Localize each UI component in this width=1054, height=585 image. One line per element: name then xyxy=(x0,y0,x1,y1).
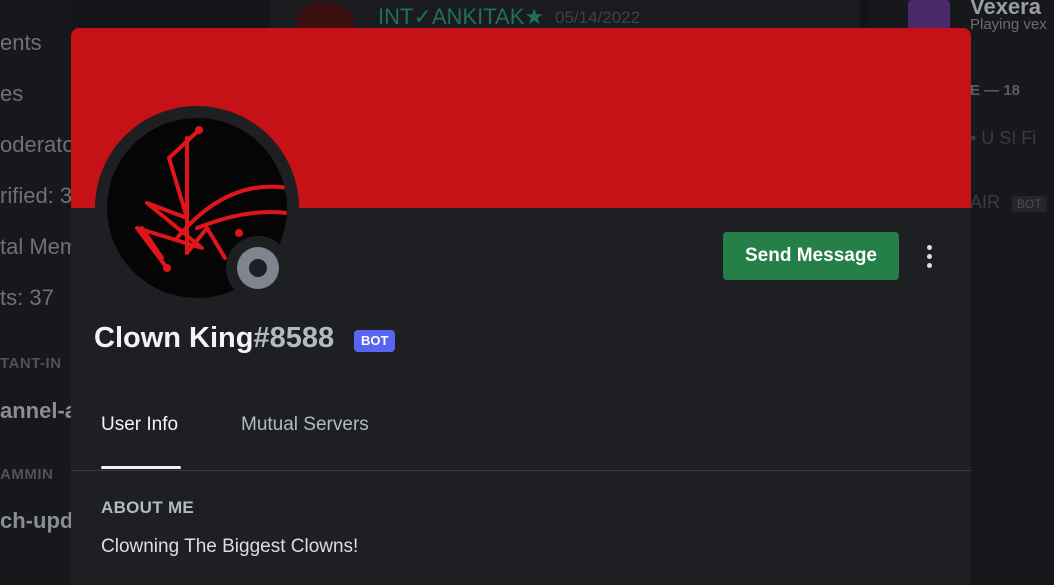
message-date: 05/14/2022 xyxy=(555,8,641,27)
active-tab-indicator xyxy=(101,466,181,469)
channel-sidebar-background: ents es oderato rified: 3 tal Mem ts: 37… xyxy=(0,0,86,585)
member-avatar[interactable] xyxy=(908,0,950,30)
message-author[interactable]: INT✓ANKITAK★ xyxy=(378,4,544,30)
about-me-heading: ABOUT ME xyxy=(101,498,195,517)
background-message: INT✓ANKITAK★ 05/14/2022 xyxy=(270,0,860,42)
user-profile-modal: Send Message Clown King#8588 BOT User In… xyxy=(71,28,971,585)
profile-username: Clown King#8588 xyxy=(94,322,334,355)
bot-badge: BOT xyxy=(354,330,396,352)
sidebar-item[interactable]: rified: 3 xyxy=(0,183,72,209)
tab-divider xyxy=(71,470,971,471)
tab-mutual-servers[interactable]: Mutual Servers xyxy=(241,414,369,436)
member-activity: Playing vex xyxy=(970,16,1047,33)
channel-category[interactable]: TANT-IN xyxy=(0,355,62,372)
member-name[interactable]: • U SI Fi xyxy=(970,128,1036,149)
bot-badge: BOT xyxy=(1012,196,1047,212)
more-vertical-icon[interactable] xyxy=(917,238,941,274)
status-indicator-hole xyxy=(249,259,267,277)
channel-category[interactable]: AMMIN xyxy=(0,466,53,483)
sidebar-item[interactable]: es xyxy=(0,81,23,107)
sidebar-item[interactable]: ts: 37 xyxy=(0,285,54,311)
sidebar-item[interactable]: tal Mem xyxy=(0,234,78,260)
discriminator: #8588 xyxy=(253,322,335,354)
sidebar-item[interactable]: ents xyxy=(0,30,42,56)
send-message-button[interactable]: Send Message xyxy=(723,232,899,280)
tab-user-info[interactable]: User Info xyxy=(101,414,178,436)
username-text: Clown King xyxy=(94,322,254,354)
member-count-heading: E — 18 xyxy=(970,82,1021,99)
channel-item[interactable]: annel-a xyxy=(0,398,77,424)
sidebar-item[interactable]: oderato xyxy=(0,132,75,158)
member-name[interactable]: AIR xyxy=(970,192,1000,213)
about-me-text: Clowning The Biggest Clowns! xyxy=(101,536,359,557)
